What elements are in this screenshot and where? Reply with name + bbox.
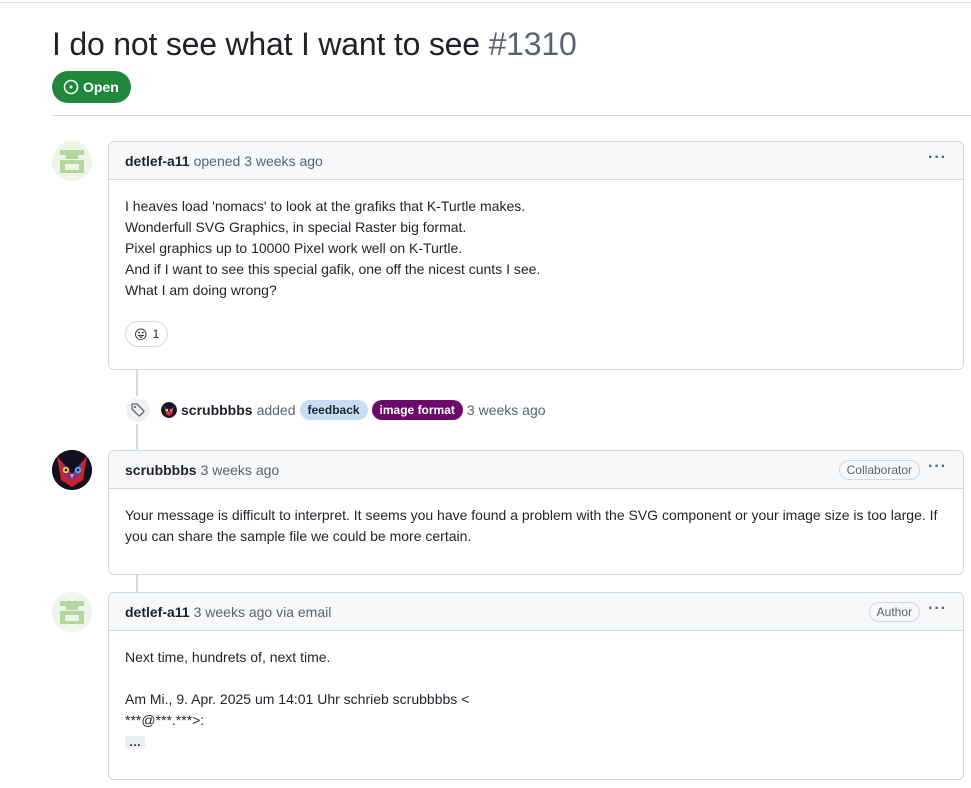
author-badge: Author (868, 601, 921, 622)
avatar-detlef-a11[interactable] (52, 141, 92, 181)
comment-line: I heaves load 'nomacs' to look at the gr… (125, 198, 526, 214)
comment-body: Your message is difficult to interpret. … (109, 489, 963, 563)
comment-options-icon[interactable]: ··· (928, 149, 947, 169)
label-event: scrubbbbs added feedback image format 3 … (124, 395, 546, 425)
comment-header: detlef-a11 opened 3 weeks ago ··· (109, 142, 963, 180)
issue-opened-icon (63, 79, 79, 95)
comment-options-icon[interactable]: ··· (928, 458, 947, 478)
issue-state-label: Open (83, 79, 119, 95)
identicon-avatar-icon (52, 141, 92, 181)
comment-author-link[interactable]: scrubbbbs (125, 462, 197, 478)
identicon-avatar-icon (52, 592, 92, 632)
issue-title-text: I do not see what I want to see (52, 26, 480, 62)
tongue-emoji-icon: 😛 (134, 326, 148, 342)
comment-email-reply: detlef-a11 3 weeks ago via email Author … (108, 592, 964, 780)
comment-reply: scrubbbbs 3 weeks ago Collaborator ··· Y… (108, 450, 964, 575)
comment-line: you can share the sample file we could b… (125, 528, 472, 544)
event-action: added (256, 402, 296, 418)
avatar-scrubbbbs-small[interactable] (161, 402, 177, 418)
issue-state-badge: Open (52, 71, 131, 103)
issue-title: I do not see what I want to see #1310 (52, 26, 577, 63)
comment-meta[interactable]: 3 weeks ago (201, 462, 280, 478)
comment-meta[interactable]: 3 weeks ago via email (194, 604, 332, 620)
comment-line: What I am doing wrong? (125, 282, 277, 298)
comment-line: Your message is difficult to interpret. … (125, 507, 938, 523)
quoted-text-expander[interactable]: … (125, 736, 145, 748)
label-feedback[interactable]: feedback (299, 400, 368, 420)
comment-author-link[interactable]: detlef-a11 (125, 153, 190, 169)
header-divider (52, 115, 971, 116)
comment-line: Am Mi., 9. Apr. 2025 um 14:01 Uhr schrie… (125, 691, 470, 707)
reaction-count: 1 (152, 326, 160, 341)
event-time[interactable]: 3 weeks ago (467, 402, 546, 418)
comment-line: ***@***.***>: (125, 712, 205, 728)
timeline-connector (136, 575, 138, 593)
event-actor-link[interactable]: scrubbbbs (181, 402, 253, 418)
comment-line: And if I want to see this special gafik,… (125, 261, 541, 277)
reaction-button[interactable]: 😛 1 (125, 321, 169, 347)
collaborator-badge: Collaborator (838, 459, 921, 480)
comment-body: I heaves load 'nomacs' to look at the gr… (109, 180, 963, 363)
comment-line: Pixel graphics up to 10000 Pixel work we… (125, 240, 463, 256)
comment-body: Next time, hundrets of, next time. Am Mi… (109, 631, 963, 768)
tag-icon (124, 396, 152, 424)
comment-options-icon[interactable]: ··· (928, 600, 947, 620)
comment-header: detlef-a11 3 weeks ago via email Author … (109, 593, 963, 631)
comment-line: Wonderfull SVG Graphics, in special Rast… (125, 219, 467, 235)
comment-author-link[interactable]: detlef-a11 (125, 604, 190, 620)
owl-avatar-icon (52, 450, 92, 490)
label-image-format[interactable]: image format (371, 400, 463, 420)
avatar-scrubbbbs[interactable] (52, 450, 92, 490)
top-divider (0, 2, 971, 3)
issue-number: #1310 (488, 26, 577, 62)
comment-meta[interactable]: opened 3 weeks ago (194, 153, 323, 169)
comment-line: Next time, hundrets of, next time. (125, 649, 331, 665)
comment-opening: detlef-a11 opened 3 weeks ago ··· I heav… (108, 141, 964, 370)
avatar-detlef-a11[interactable] (52, 592, 92, 632)
comment-header: scrubbbbs 3 weeks ago Collaborator ··· (109, 451, 963, 489)
